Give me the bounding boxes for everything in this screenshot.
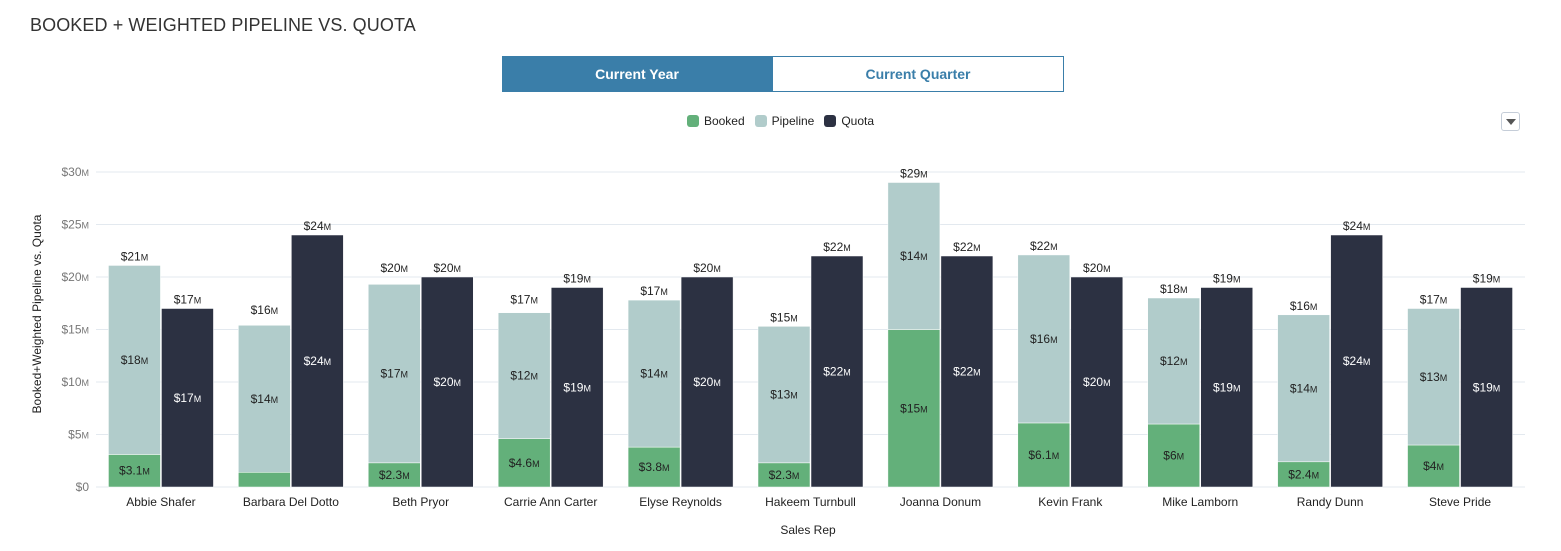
x-tick-label: Joanna Donum xyxy=(900,495,981,509)
data-label-quota: $20M xyxy=(693,375,721,389)
x-tick-label: Barbara Del Dotto xyxy=(243,495,339,509)
bar-booked xyxy=(238,472,291,488)
data-label-pipeline: $16M xyxy=(1030,332,1058,346)
x-tick-label: Randy Dunn xyxy=(1297,495,1364,509)
data-label-quota: $22M xyxy=(823,365,851,379)
y-tick-label: $0 xyxy=(76,480,90,494)
data-label-quota: $24M xyxy=(1343,354,1371,368)
data-label-pipeline: $18M xyxy=(121,353,149,367)
total-label-quota: $19M xyxy=(1473,272,1501,286)
total-label-quota: $24M xyxy=(1343,219,1371,233)
data-label-booked: $3.8M xyxy=(639,460,670,474)
total-label-quota: $19M xyxy=(1213,272,1241,286)
total-label-quota: $19M xyxy=(563,272,591,286)
y-tick-label: $20M xyxy=(61,270,89,284)
total-label-actual: $21M xyxy=(121,249,149,263)
total-label-actual: $15M xyxy=(770,310,798,324)
total-label-actual: $16M xyxy=(1290,299,1318,313)
x-tick-label: Carrie Ann Carter xyxy=(504,495,597,509)
total-label-quota: $17M xyxy=(174,293,202,307)
data-label-booked: $4.6M xyxy=(509,456,540,470)
y-axis-title: Booked+Weighted Pipeline vs. Quota xyxy=(30,214,44,413)
total-label-quota: $20M xyxy=(693,261,721,275)
total-label-quota: $20M xyxy=(434,261,462,275)
data-label-booked: $3.1M xyxy=(119,464,150,478)
total-label-actual: $17M xyxy=(1420,293,1448,307)
data-label-quota: $19M xyxy=(1473,380,1501,394)
data-label-pipeline: $13M xyxy=(1420,370,1448,384)
data-label-booked: $6.1M xyxy=(1028,448,1059,462)
x-axis-title: Sales Rep xyxy=(780,523,836,537)
data-label-pipeline: $14M xyxy=(640,367,668,381)
data-label-booked: $4M xyxy=(1423,459,1444,473)
y-tick-label: $30M xyxy=(61,165,89,179)
x-tick-label: Mike Lamborn xyxy=(1162,495,1238,509)
y-tick-label: $15M xyxy=(61,323,89,337)
data-label-quota: $19M xyxy=(563,380,591,394)
data-label-quota: $22M xyxy=(953,365,981,379)
bar-chart: $0 $5M $10M $15M $20M $25M $30M Sales Rep Booked… xyxy=(30,165,1525,537)
total-label-quota: $20M xyxy=(1083,261,1111,275)
x-tick-label: Abbie Shafer xyxy=(126,495,195,509)
data-label-quota: $20M xyxy=(1083,375,1111,389)
data-label-pipeline: $12M xyxy=(510,369,538,383)
total-label-actual: $18M xyxy=(1160,282,1188,296)
data-label-booked: $2.4M xyxy=(1288,467,1319,481)
data-label-quota: $19M xyxy=(1213,380,1241,394)
data-label-booked: $2.3M xyxy=(379,468,410,482)
total-label-quota: $22M xyxy=(823,240,851,254)
x-tick-label: Hakeem Turnbull xyxy=(765,495,856,509)
x-tick-label: Steve Pride xyxy=(1429,495,1491,509)
total-label-quota: $24M xyxy=(304,219,332,233)
y-tick-label: $25M xyxy=(61,218,89,232)
data-label-pipeline: $14M xyxy=(1290,381,1318,395)
data-label-pipeline: $14M xyxy=(251,392,279,406)
data-label-quota: $17M xyxy=(174,391,202,405)
data-label-quota: $20M xyxy=(434,375,462,389)
data-label-booked: $15M xyxy=(900,401,928,415)
total-label-actual: $17M xyxy=(510,293,538,307)
data-label-pipeline: $12M xyxy=(1160,354,1188,368)
data-label-pipeline: $14M xyxy=(900,249,928,263)
data-label-booked: $6M xyxy=(1163,449,1184,463)
data-label-pipeline: $13M xyxy=(770,388,798,402)
y-tick-label: $5M xyxy=(68,428,89,442)
x-tick-label: Kevin Frank xyxy=(1038,495,1103,509)
total-label-actual: $22M xyxy=(1030,239,1058,253)
x-tick-label: Beth Pryor xyxy=(392,495,449,509)
total-label-actual: $20M xyxy=(381,261,409,275)
total-label-actual: $29M xyxy=(900,167,928,181)
data-label-booked: $2.3M xyxy=(769,468,800,482)
total-label-actual: $17M xyxy=(640,284,668,298)
x-tick-label: Elyse Reynolds xyxy=(639,495,722,509)
data-label-quota: $24M xyxy=(304,354,332,368)
data-label-pipeline: $17M xyxy=(381,367,409,381)
y-tick-label: $10M xyxy=(61,375,89,389)
total-label-quota: $22M xyxy=(953,240,981,254)
total-label-actual: $16M xyxy=(251,303,279,317)
